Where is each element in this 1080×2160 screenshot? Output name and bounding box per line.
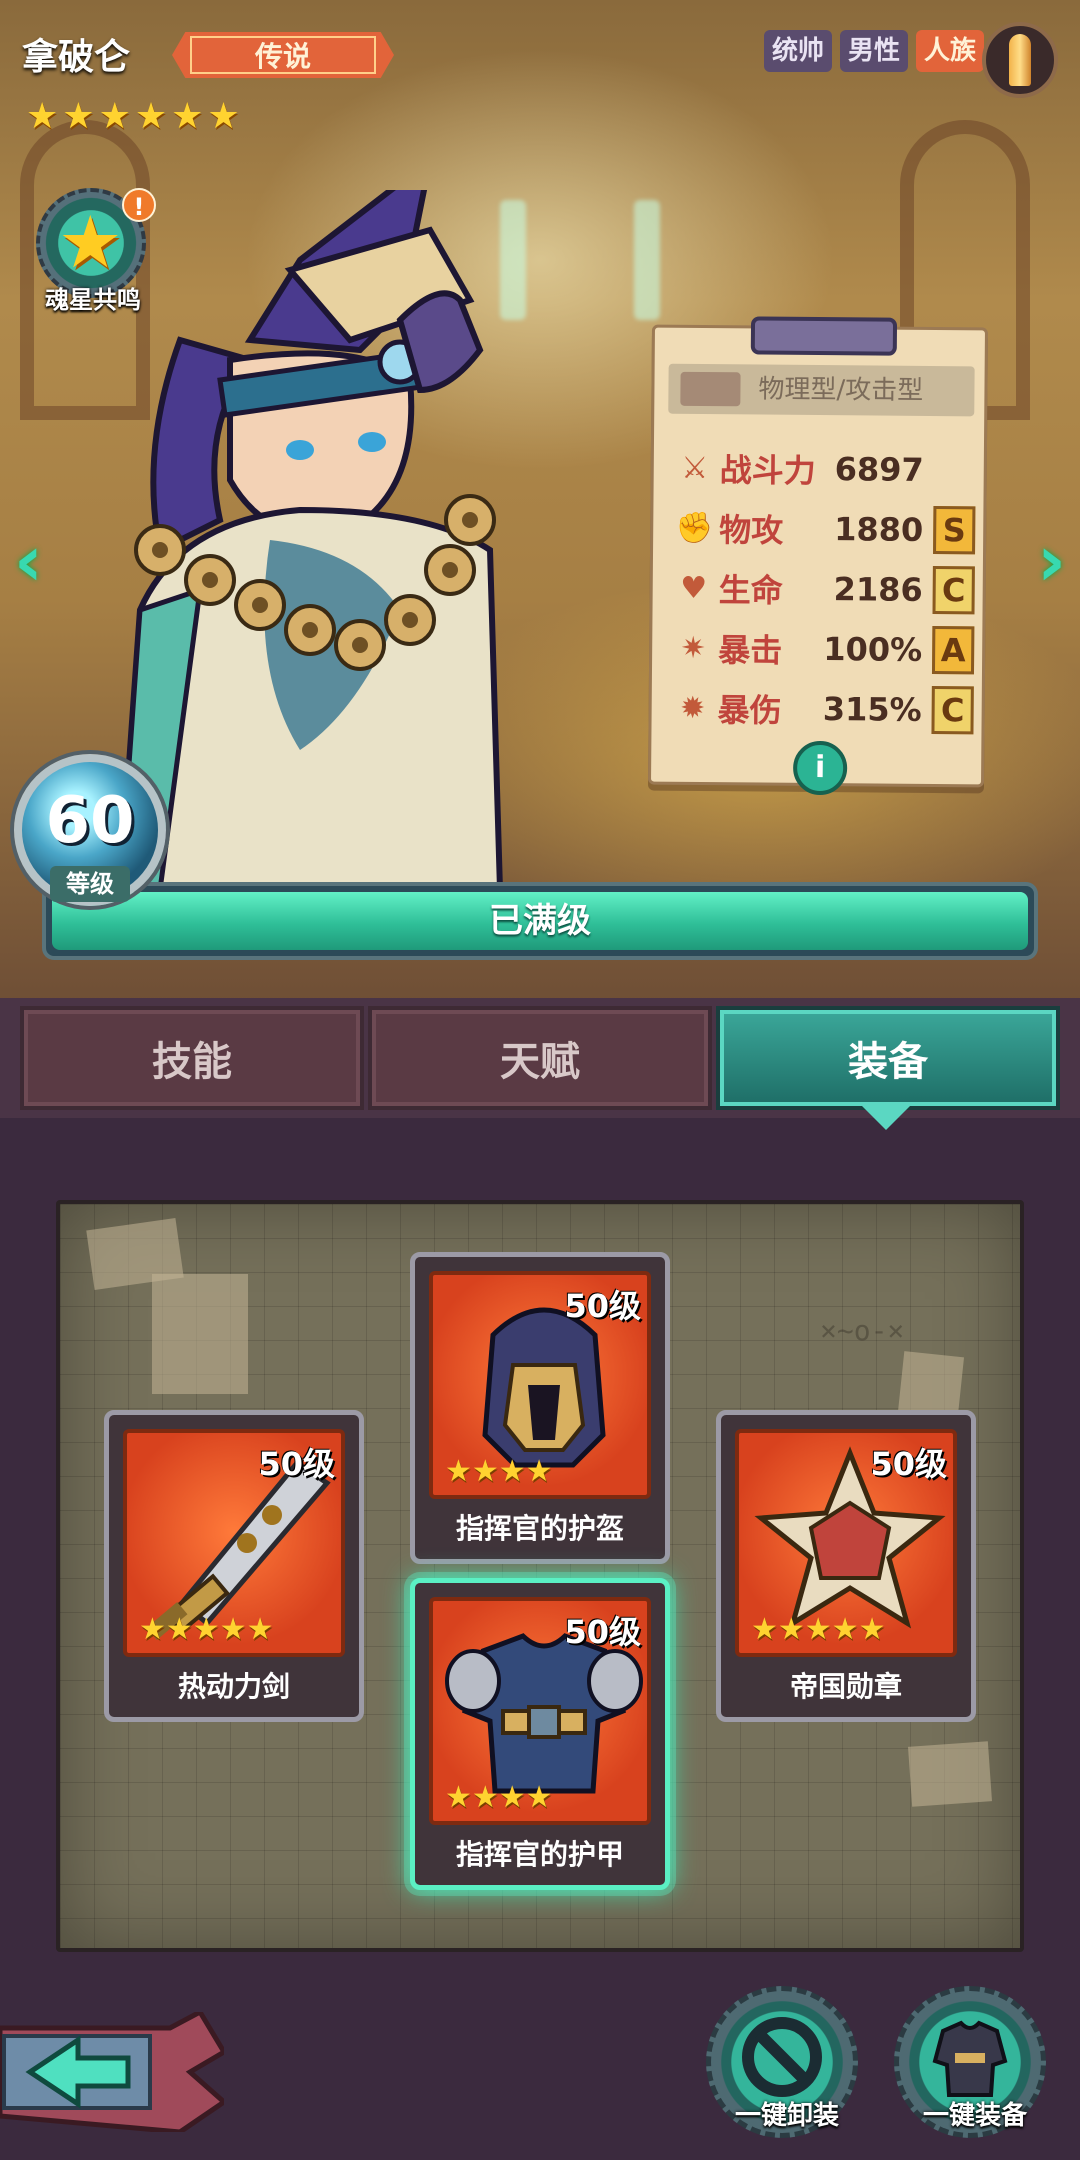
hero-detail-screen: 拿破仑 传说 ★ ★ ★ ★ ★ ★ 统帅 男性 人族 ★ ! 魂星共鸣 ‹ ›… <box>0 0 1080 2160</box>
crit-icon: ✷ <box>680 630 706 666</box>
star-icon: ★ <box>26 96 59 137</box>
armor-icon: 50级 ★★★★ <box>429 1597 651 1825</box>
stat-row-power: ⚔ 战斗力 6897 <box>676 440 976 499</box>
previous-hero-arrow-icon[interactable]: ‹ <box>14 520 43 602</box>
hero-name: 拿破仑 <box>22 37 131 78</box>
equip-slot-helmet[interactable]: 50级 ★★★★ 指挥官的护盔 <box>410 1252 670 1564</box>
stat-value: 100% <box>823 630 923 669</box>
equip-star-rating: ★★★★★ <box>139 1612 274 1647</box>
back-button[interactable] <box>0 2012 224 2132</box>
equip-level: 50级 <box>870 1445 947 1483</box>
rarity-ribbon: 传说 <box>172 32 394 78</box>
stat-grade-badge: S <box>933 506 976 555</box>
hero-portrait <box>116 190 504 890</box>
equip-all-label: 一键装备 <box>922 2101 1027 2131</box>
stat-name: 物攻 <box>719 511 784 550</box>
paper-note <box>908 1741 992 1807</box>
rarity-label: 传说 <box>254 40 311 73</box>
stats-clipboard: 物理型/攻击型 ⚔ 战斗力 6897 ✊ 物攻 1880 S ♥ 生命 2186… <box>647 316 989 796</box>
equip-slot-armor[interactable]: 50级 ★★★★ 指挥官的护甲 <box>410 1578 670 1890</box>
equip-name: 帝国勋章 <box>789 1670 902 1703</box>
helmet-icon: 50级 ★★★★ <box>429 1271 651 1499</box>
stat-grade-badge: C <box>931 685 974 735</box>
tag-class: 统帅 <box>763 30 832 72</box>
level-orb: 60 等级 <box>14 754 166 906</box>
info-icon[interactable]: i <box>792 740 848 796</box>
sword-icon: 50级 ★★★★★ <box>123 1429 345 1657</box>
stat-value: 315% <box>822 690 922 729</box>
unequip-all-button[interactable]: 一键卸装 <box>706 1986 858 2138</box>
star-icon: ★ <box>134 96 168 137</box>
active-tab-pointer-icon <box>860 1104 912 1130</box>
equip-name: 指挥官的护甲 <box>455 1838 624 1871</box>
unequip-all-label: 一键卸装 <box>734 2101 839 2131</box>
stat-name: 生命 <box>718 571 783 610</box>
tab-talents[interactable]: 天赋 <box>368 1006 712 1110</box>
level-label: 等级 <box>50 866 130 902</box>
stat-name: 战斗力 <box>719 451 816 490</box>
level-number: 60 <box>45 784 135 858</box>
hero-tags: 统帅 男性 人族 <box>763 30 984 72</box>
tag-race: 人族 <box>915 30 984 72</box>
stat-row-hp: ♥ 生命 2186 C <box>674 560 975 619</box>
stat-row-crit-damage: ✹ 暴伤 315% C <box>673 680 974 739</box>
level-status: 已满级 <box>489 901 591 941</box>
stat-row-crit: ✷ 暴击 100% A <box>674 620 975 679</box>
hero-star-rating: ★ ★ ★ ★ ★ ★ <box>26 98 240 136</box>
stat-grade-badge: A <box>931 626 975 675</box>
hero-type-bar: 物理型/攻击型 <box>668 363 975 417</box>
heart-icon: ♥ <box>680 570 708 606</box>
equip-star-rating: ★★★★★ <box>751 1612 886 1647</box>
stat-row-attack: ✊ 物攻 1880 S <box>675 500 976 559</box>
stat-value: 2186 <box>833 570 923 609</box>
equip-name: 热动力剑 <box>177 1670 290 1703</box>
equip-level: 50级 <box>564 1287 641 1325</box>
board-scribble: ×~o-× <box>820 1314 905 1347</box>
bullet-icon <box>1009 34 1031 86</box>
hero-type-label: 物理型/攻击型 <box>758 374 924 406</box>
stat-grade-badge: C <box>932 566 975 615</box>
equip-slot-medal[interactable]: 50级 ★★★★★ 帝国勋章 <box>716 1410 976 1722</box>
equip-slot-weapon[interactable]: 50级 ★★★★★ 热动力剑 <box>104 1410 364 1722</box>
next-hero-arrow-icon[interactable]: › <box>1037 520 1066 602</box>
equip-level: 50级 <box>258 1445 335 1483</box>
tab-skills[interactable]: 技能 <box>20 1006 364 1110</box>
star-icon: ★ <box>171 96 204 137</box>
stat-name: 暴击 <box>718 631 783 670</box>
equip-name: 指挥官的护盔 <box>455 1512 624 1545</box>
equip-level: 50级 <box>564 1613 641 1651</box>
fist-icon: ✊ <box>675 510 714 546</box>
tab-equipment[interactable]: 装备 <box>716 1006 1060 1110</box>
power-icon: ⚔ <box>681 450 709 486</box>
paper-note <box>152 1274 248 1394</box>
level-progress-bar: 已满级 <box>42 882 1038 960</box>
stat-name: 暴伤 <box>717 691 782 730</box>
stat-value: 1880 <box>834 510 924 549</box>
clipboard-clip <box>750 316 898 356</box>
equip-star-rating: ★★★★ <box>445 1454 553 1489</box>
burst-icon: ✹ <box>679 690 706 726</box>
equip-star-rating: ★★★★ <box>445 1780 553 1815</box>
star-icon: ★ <box>98 96 131 137</box>
type-icon <box>680 371 741 407</box>
bullet-button[interactable] <box>982 22 1058 98</box>
tag-gender: 男性 <box>839 30 908 72</box>
star-icon: ★ <box>62 96 95 137</box>
equip-all-button[interactable]: 一键装备 <box>894 1986 1046 2138</box>
medal-icon: 50级 ★★★★★ <box>735 1429 957 1657</box>
star-icon: ★ <box>207 96 240 137</box>
stat-value: 6897 <box>834 450 924 489</box>
